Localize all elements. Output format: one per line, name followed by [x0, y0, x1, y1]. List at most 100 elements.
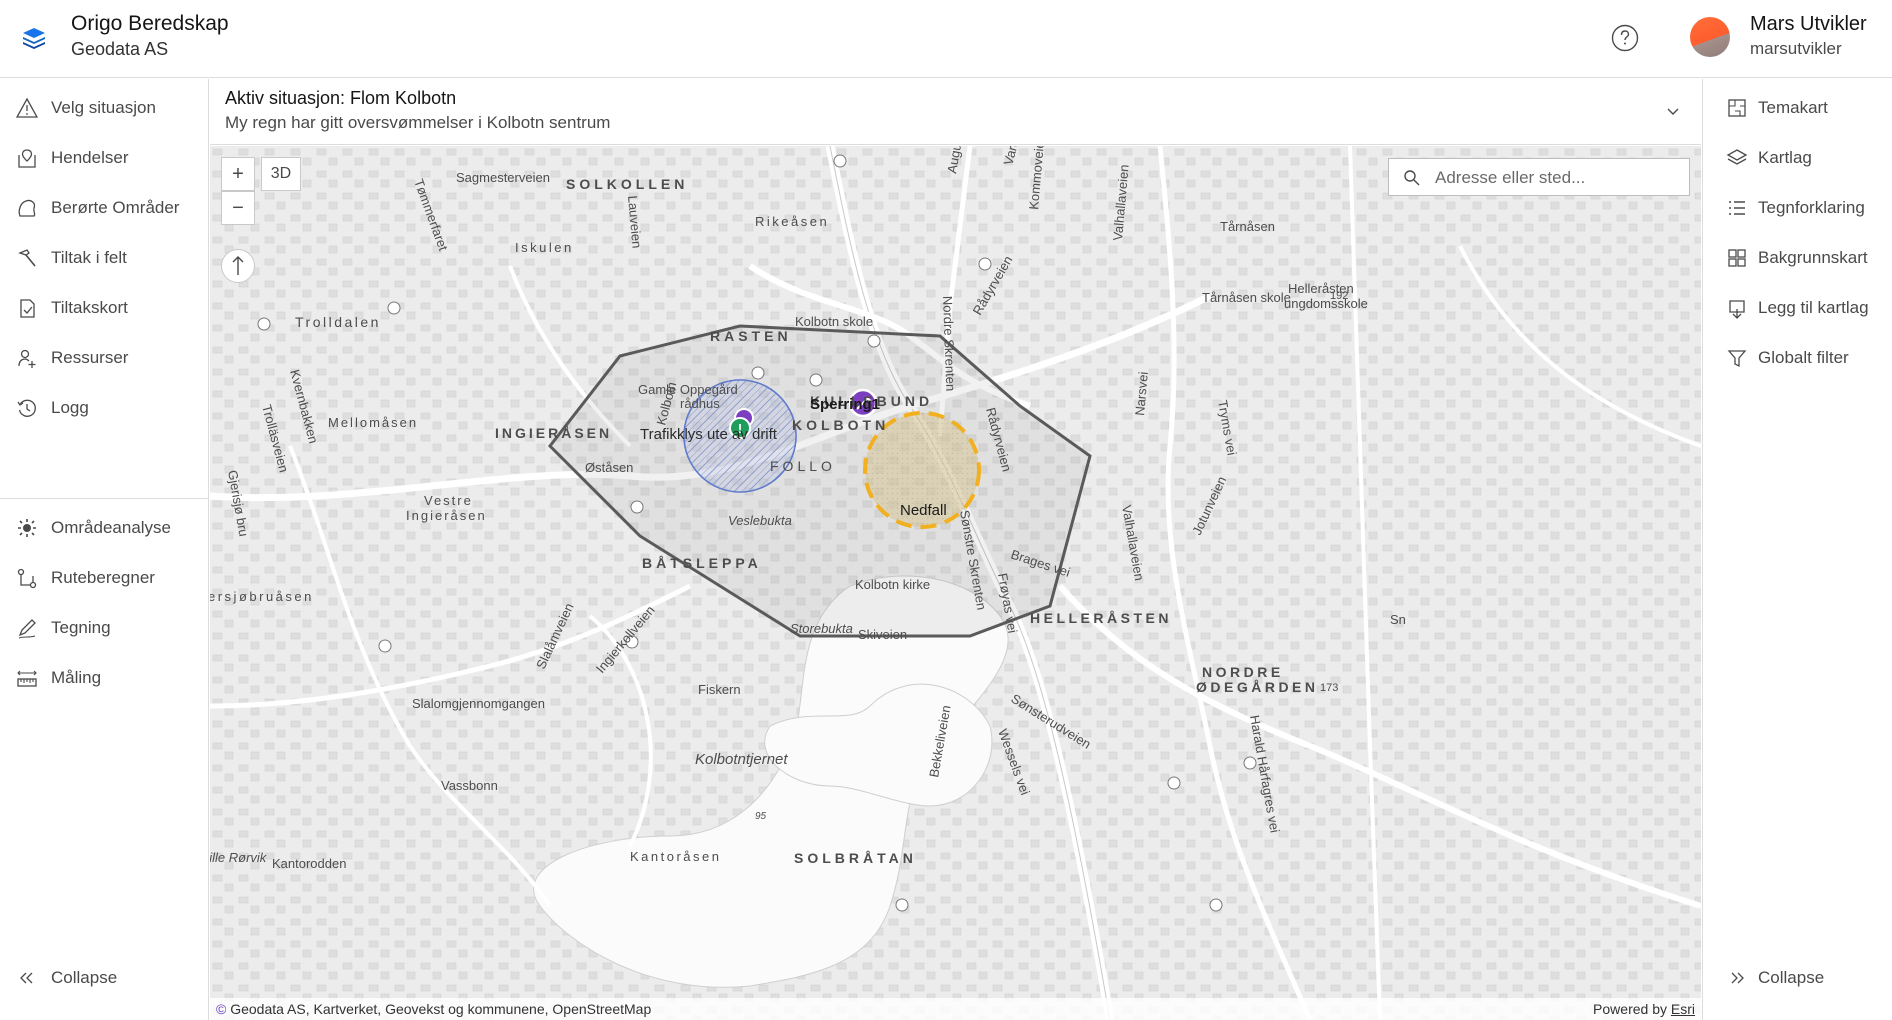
svg-text:Iskulen: Iskulen [515, 240, 574, 255]
situation-panel[interactable]: Aktiv situasjon: Flom Kolbotn My regn ha… [210, 79, 1701, 145]
search-input[interactable] [1435, 167, 1675, 189]
double-chevron-right-icon [1731, 972, 1744, 984]
svg-text:rådhus: rådhus [680, 396, 720, 411]
nav-label: Tiltak i felt [51, 248, 127, 267]
svg-text:Øståsen: Øståsen [585, 460, 633, 475]
nav-label: Berørte Områder [51, 198, 180, 217]
layers-icon [1726, 149, 1748, 165]
add-layer-icon [1729, 300, 1745, 319]
app-logo-icon [23, 28, 45, 49]
svg-text:Gamle Oppegård: Gamle Oppegård [638, 382, 738, 397]
svg-text:192: 192 [1330, 290, 1348, 302]
view-3d-button[interactable]: 3D [261, 157, 301, 191]
svg-text:Vassbonn: Vassbonn [441, 778, 498, 793]
right-collapse-button[interactable]: Collapse [1703, 953, 1892, 1003]
zoom-out-button[interactable]: − [221, 191, 255, 225]
nav-label: Hendelser [51, 148, 129, 167]
esri-link[interactable]: Esri [1671, 1001, 1695, 1017]
svg-text:Kolbotn kirke: Kolbotn kirke [855, 577, 930, 592]
basemap-icon [1728, 249, 1746, 267]
svg-text:FOLLO: FOLLO [770, 458, 836, 474]
svg-text:Rikeåsen: Rikeåsen [755, 214, 829, 229]
nav-label: Globalt filter [1758, 348, 1849, 367]
svg-text:SOLBRÅTAN: SOLBRÅTAN [794, 850, 917, 866]
analysis-icon [18, 519, 36, 537]
nav-temakart[interactable]: Temakart [1703, 83, 1892, 133]
svg-text:Storebukta: Storebukta [790, 621, 853, 636]
nav-globalt-filter[interactable]: Globalt filter [1703, 333, 1892, 383]
route-icon [17, 568, 37, 589]
svg-text:Tårnåsen skole: Tårnåsen skole [1202, 290, 1291, 305]
nav-label: Legg til kartlag [1758, 298, 1869, 317]
search-icon [1404, 170, 1420, 186]
svg-text:Fiskern: Fiskern [698, 682, 741, 697]
nav-tiltakskort[interactable]: Tiltakskort [0, 283, 208, 333]
svg-text:INGIERÅSEN: INGIERÅSEN [495, 425, 612, 441]
ruler-icon [17, 670, 37, 687]
left-collapse-button[interactable]: Collapse [0, 953, 208, 1003]
svg-text:Kolbotn skole: Kolbotn skole [795, 314, 873, 329]
nav-ressurser[interactable]: Ressurser [0, 333, 208, 383]
nav-label: Områdeanalyse [51, 518, 172, 537]
nav-label: Velg situasjon [51, 98, 156, 117]
nav-berorte-omrader[interactable]: Berørte Områder [0, 183, 208, 233]
user-name[interactable]: Mars Utvikler [1750, 13, 1867, 36]
area-icon [18, 199, 36, 217]
nav-legg-til-kartlag[interactable]: Legg til kartlag [1703, 283, 1892, 333]
nav-hendelser[interactable]: Hendelser [0, 133, 208, 183]
svg-text:RASTEN: RASTEN [710, 328, 792, 344]
nav-kartlag[interactable]: Kartlag [1703, 133, 1892, 183]
user-avatar[interactable] [1690, 17, 1730, 57]
app-header: Origo Beredskap Geodata AS Mars Utvikler… [0, 0, 1892, 78]
svg-text:Slalomgjennomgangen: Slalomgjennomgangen [412, 696, 545, 711]
zoom-in-button[interactable]: + [221, 157, 255, 191]
thematic-map-icon [1728, 99, 1746, 117]
svg-text:Lille Rørvik: Lille Rørvik [210, 850, 268, 865]
nav-label: Logg [51, 398, 89, 417]
warning-icon [16, 97, 38, 118]
svg-text:HELLERÅSTEN: HELLERÅSTEN [1030, 610, 1172, 626]
nav-tiltak-i-felt[interactable]: Tiltak i felt [0, 233, 208, 283]
nav-label: Ruteberegner [51, 568, 155, 587]
svg-text:Sn: Sn [1390, 612, 1406, 627]
label-nedfall: Nedfall [900, 502, 947, 519]
nav-ruteberegner[interactable]: Ruteberegner [0, 553, 208, 603]
nav-label: Tegning [51, 618, 111, 637]
nav-bakgrunnskart[interactable]: Bakgrunnskart [1703, 233, 1892, 283]
nav-label: Kartlag [1758, 148, 1812, 167]
svg-text:NORDRE: NORDRE [1202, 664, 1284, 680]
svg-text:SOLKOLLEN: SOLKOLLEN [566, 176, 688, 192]
user-id: marsutvikler [1750, 39, 1842, 58]
situation-description: My regn har gitt oversvømmelser i Kolbot… [225, 113, 611, 132]
collapse-label: Collapse [51, 968, 118, 987]
nav-velg-situasjon[interactable]: Velg situasjon [0, 83, 208, 133]
svg-text:Trolldalen: Trolldalen [295, 314, 381, 330]
north-arrow-icon [232, 256, 244, 275]
nav-maling[interactable]: Måling [0, 653, 208, 703]
card-icon [20, 299, 35, 318]
svg-text:Skiveien: Skiveien [858, 627, 907, 642]
nav-omradeanalyse[interactable]: Områdeanalyse [0, 503, 208, 553]
svg-text:Ingieråsen: Ingieråsen [406, 508, 487, 523]
svg-text:Kantoråsen: Kantoråsen [630, 849, 722, 864]
nav-label: Tegnforklaring [1758, 198, 1865, 217]
help-icon[interactable] [1610, 23, 1640, 53]
svg-text:ungdomsskole: ungdomsskole [1284, 296, 1368, 311]
svg-text:ersjøbruåsen: ersjøbruåsen [210, 589, 314, 604]
nav-logg[interactable]: Logg [0, 383, 208, 433]
nav-label: Bakgrunnskart [1758, 248, 1868, 267]
search-box[interactable] [1388, 158, 1690, 196]
map-view[interactable]: ! Trolldalen Sagmesterveien SOLKOLLEN Is… [210, 146, 1701, 1020]
chevron-down-icon[interactable] [1665, 103, 1681, 119]
nav-tegning[interactable]: Tegning [0, 603, 208, 653]
svg-text:Kolbotntjernet: Kolbotntjernet [695, 751, 788, 768]
compass-button[interactable] [221, 249, 255, 283]
basemap: ! Trolldalen Sagmesterveien SOLKOLLEN Is… [210, 146, 1701, 1020]
svg-text:173: 173 [1320, 682, 1338, 694]
nav-label: Ressurser [51, 348, 129, 367]
nav-divider [0, 498, 208, 499]
nav-tegnforklaring[interactable]: Tegnforklaring [1703, 183, 1892, 233]
filter-icon [1727, 350, 1747, 368]
svg-text:Kantorodden: Kantorodden [272, 856, 346, 871]
pencil-icon [18, 619, 36, 639]
